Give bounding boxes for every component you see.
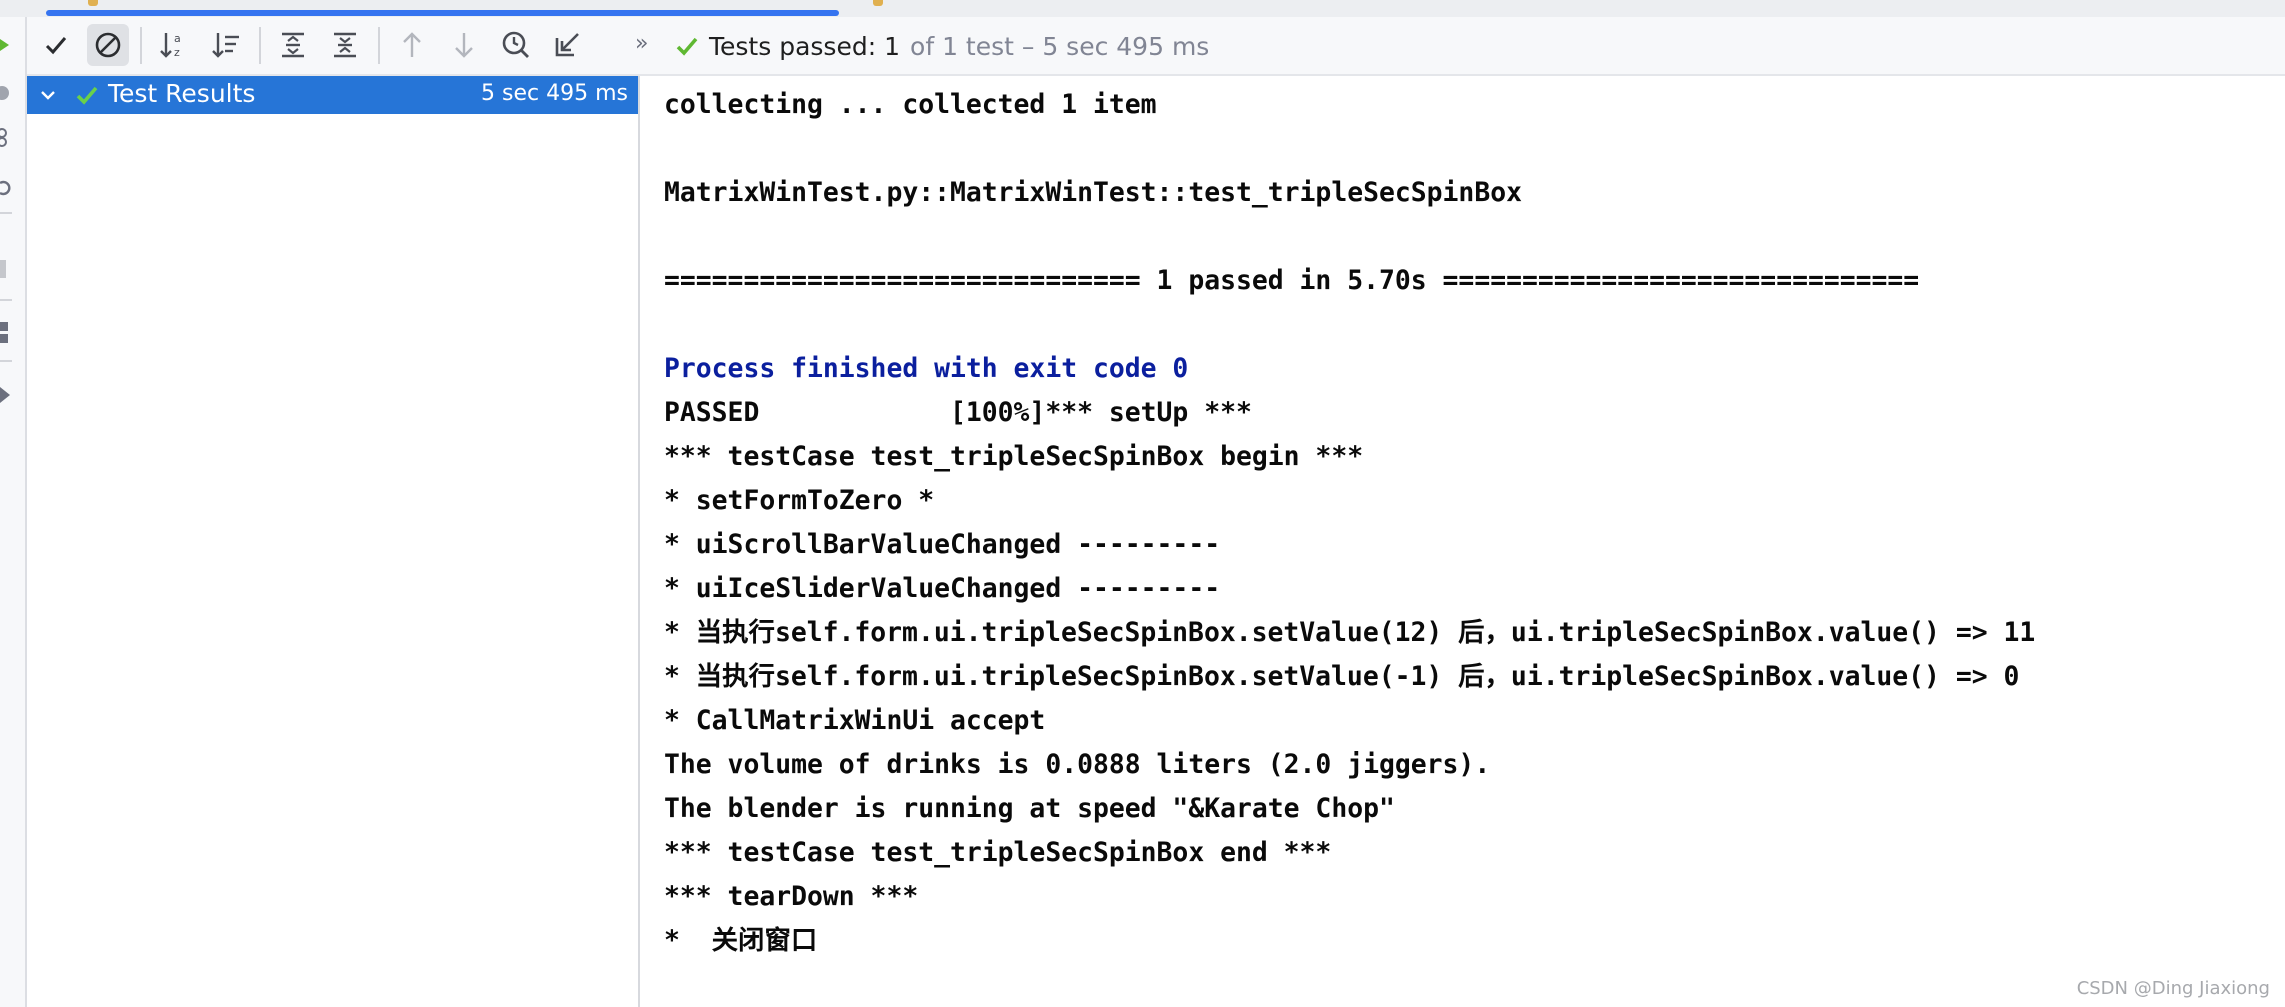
sort-alpha-icon: az: [160, 32, 181, 59]
show-ignored-button[interactable]: [87, 24, 129, 66]
console-line: * uiIceSliderValueChanged ---------: [664, 573, 1221, 604]
chevron-down-icon[interactable]: [39, 86, 57, 104]
pass-check-icon: [76, 86, 98, 105]
console-line: * CallMatrixWinUi accept: [664, 705, 1046, 736]
arrow-down-icon: [455, 33, 473, 58]
console-line: * 当执行self.form.ui.tripleSecSpinBox.setVa…: [664, 617, 2036, 648]
console-line: *** testCase test_tripleSecSpinBox end *…: [664, 837, 1332, 868]
pin-tab-icon[interactable]: [0, 385, 12, 405]
console-line: The blender is running at speed "&Karate…: [664, 793, 1395, 824]
strip-divider: [0, 299, 12, 301]
import-icon: [555, 33, 579, 57]
arrow-up-icon: [403, 32, 421, 57]
sort-duration-icon: [212, 33, 239, 58]
console-line: * 关闭窗口: [664, 925, 818, 956]
console-line: ============================== 1 passed …: [664, 265, 1920, 296]
toolbar-separator: [259, 27, 261, 64]
test-results-tree: Test Results 5 sec 495 ms: [27, 76, 640, 1007]
show-passed-button[interactable]: [35, 24, 77, 66]
console-line-exit-code: Process finished with exit code 0: [664, 353, 1189, 384]
strip-divider: [0, 212, 12, 214]
toolbar-separator: [140, 27, 142, 64]
editor-tab-strip: [0, 0, 2285, 17]
tab-file-icon: [873, 0, 883, 6]
console-line: PASSED [100%]*** setUp ***: [664, 397, 1252, 428]
tab-file-icon: [88, 0, 98, 6]
collapse-all-button[interactable]: [324, 24, 366, 66]
next-failed-button[interactable]: [443, 24, 485, 66]
ignored-icon: [95, 32, 121, 58]
tree-root-label: Test Results: [108, 79, 256, 108]
layout-icon[interactable]: [0, 322, 10, 344]
strip-divider: [0, 360, 12, 362]
console-line: * uiScrollBarValueChanged ---------: [664, 529, 1221, 560]
collapse-all-icon: [334, 32, 356, 58]
console-line: The volume of drinks is 0.0888 liters (2…: [664, 749, 1491, 780]
status-detail: of 1 test – 5 sec 495 ms: [910, 31, 1210, 61]
watermark: CSDN @Ding Jiaxiong: [2076, 978, 2270, 999]
sort-alphabetically-button[interactable]: az: [153, 24, 195, 66]
previous-failed-button[interactable]: [391, 24, 433, 66]
console-line: collecting ... collected 1 item: [664, 89, 1157, 120]
expand-all-icon: [282, 32, 304, 58]
console-lines: collecting ... collected 1 item MatrixWi…: [664, 83, 2035, 963]
tree-root-row[interactable]: Test Results 5 sec 495 ms: [27, 76, 638, 114]
rerun-failed-icon[interactable]: [0, 85, 12, 101]
tests-status: Tests passed: 1 of 1 test – 5 sec 495 ms: [675, 27, 1209, 65]
toolbar-separator: [378, 27, 380, 64]
expand-all-button[interactable]: [272, 24, 314, 66]
status-count: 1: [884, 31, 901, 61]
import-tests-button[interactable]: [547, 24, 589, 66]
console-line: * 当执行self.form.ui.tripleSecSpinBox.setVa…: [664, 661, 2020, 692]
console-line: * setFormToZero *: [664, 485, 935, 516]
console-output[interactable]: collecting ... collected 1 item MatrixWi…: [640, 76, 2285, 1007]
more-actions-chevron[interactable]: »: [635, 31, 648, 56]
active-tab-indicator: [46, 10, 839, 16]
run-icon[interactable]: [0, 37, 10, 53]
check-icon: [45, 37, 67, 55]
svg-text:a: a: [174, 32, 181, 45]
tool-window-strip: [0, 17, 27, 1007]
svg-text:z: z: [174, 46, 180, 59]
console-line: *** tearDown ***: [664, 881, 919, 912]
toggle-auto-test-icon[interactable]: [0, 127, 12, 147]
stop-icon[interactable]: [0, 260, 8, 278]
console-line: *** testCase test_tripleSecSpinBox begin…: [664, 441, 1364, 472]
pass-check-icon: [676, 37, 698, 56]
test-runner-toolbar: az » Tests passed: 1 of 1 test – 5 sec 4…: [27, 17, 2285, 76]
refresh-icon[interactable]: [0, 179, 12, 197]
console-line: MatrixWinTest.py::MatrixWinTest::test_tr…: [664, 177, 1522, 208]
status-prefix: Tests passed:: [709, 31, 877, 61]
tree-root-duration: 5 sec 495 ms: [481, 81, 628, 106]
test-history-button[interactable]: [495, 24, 537, 66]
sort-by-duration-button[interactable]: [205, 24, 247, 66]
history-icon: [502, 31, 529, 58]
